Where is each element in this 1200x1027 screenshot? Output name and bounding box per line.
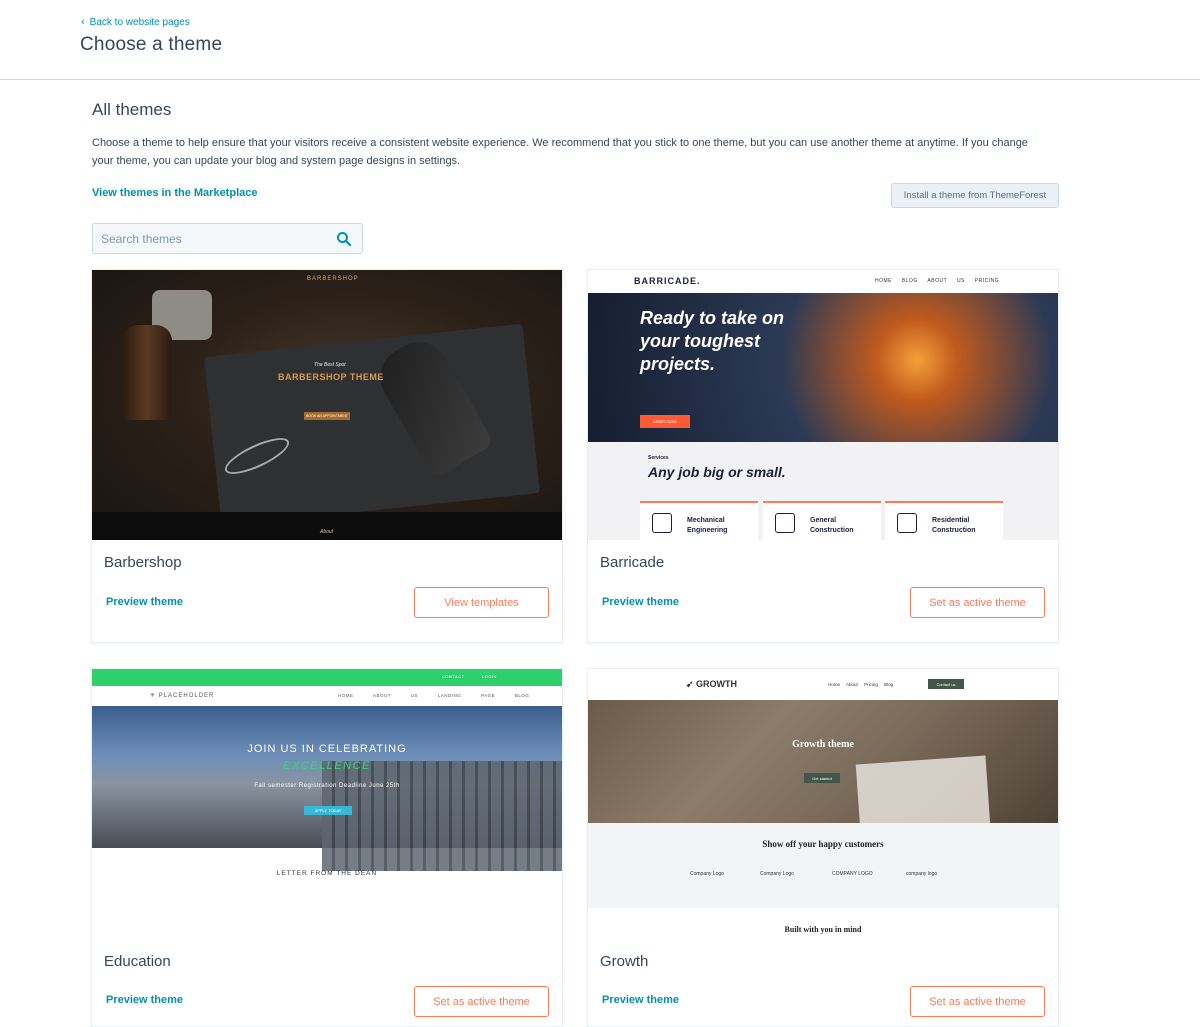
thumb-service-card: Mechanical Engineering xyxy=(640,501,758,540)
page-title: Choose a theme xyxy=(80,34,223,55)
search-input[interactable] xyxy=(93,224,328,253)
thumb-cta: Contact us xyxy=(928,679,964,689)
view-templates-button[interactable]: View templates xyxy=(414,587,549,618)
theme-name: Growth xyxy=(600,953,649,970)
thumb-menu: HOME ABOUT US LANDING PAGE BLOG xyxy=(338,693,530,698)
thumb-button: Learn more xyxy=(640,415,690,428)
theme-name: Education xyxy=(104,953,171,970)
set-active-theme-button[interactable]: Set as active theme xyxy=(910,587,1045,618)
thumb-subtext: Fall semester Registration Deadline June… xyxy=(254,783,400,789)
preview-theme-link[interactable]: Preview theme xyxy=(106,596,183,608)
theme-thumbnail-growth[interactable]: ➹ GROWTH Home About Pricing Blog Contact… xyxy=(588,669,1058,939)
theme-thumbnail-education[interactable]: CONTACT LOGIN ✳ PLACEHOLDER HOME ABOUT U… xyxy=(92,669,562,939)
search-box xyxy=(92,223,363,254)
chevron-left-icon: ‹ xyxy=(81,16,85,28)
install-themeforest-button[interactable]: Install a theme from ThemeForest xyxy=(891,183,1059,208)
thumb-section-title: Show off your happy customers xyxy=(762,839,884,849)
thumb-logo: Company Logo xyxy=(760,871,794,877)
set-active-theme-button[interactable]: Set as active theme xyxy=(910,986,1045,1017)
thumb-headline: JOIN US IN CELEBRATING xyxy=(247,743,407,755)
thumb-tagline: The Best Spot xyxy=(314,362,346,368)
thumb-button: APPLY TODAY xyxy=(304,806,352,815)
back-link[interactable]: ‹ Back to website pages xyxy=(81,16,190,29)
preview-theme-link[interactable]: Preview theme xyxy=(106,994,183,1006)
thumb-footer: About xyxy=(320,529,334,535)
set-active-theme-button[interactable]: Set as active theme xyxy=(414,986,549,1017)
thumb-section-title: Any job big or small. xyxy=(648,464,786,480)
thumb-brand: ➹ GROWTH xyxy=(686,679,738,689)
preview-theme-link[interactable]: Preview theme xyxy=(602,596,679,608)
thumb-service-card: General Construction xyxy=(763,501,881,540)
back-link-label: Back to website pages xyxy=(89,17,190,28)
thumb-section-title: LETTER FROM THE DEAN xyxy=(276,870,378,877)
preview-theme-link[interactable]: Preview theme xyxy=(602,994,679,1006)
thumb-section-label: Services xyxy=(648,455,669,461)
theme-card-education: CONTACT LOGIN ✳ PLACEHOLDER HOME ABOUT U… xyxy=(91,668,563,1027)
theme-name: Barricade xyxy=(600,554,665,571)
thumb-brand: BARRICADE. xyxy=(634,276,701,286)
theme-card-growth: ➹ GROWTH Home About Pricing Blog Contact… xyxy=(587,668,1059,1027)
page-header: ‹ Back to website pages Choose a theme xyxy=(0,0,1200,80)
section-title: All themes xyxy=(92,100,172,119)
thumb-button: BOOK AN APPOINTMENT xyxy=(304,412,350,420)
search-icon[interactable] xyxy=(336,231,352,247)
thumb-button: Get started xyxy=(804,773,840,783)
theme-card-barbershop: BARBERSHOP The Best Spot BARBERSHOP THEM… xyxy=(91,269,563,643)
thumb-brand: ✳ PLACEHOLDER xyxy=(150,693,215,699)
theme-name: Barbershop xyxy=(104,554,182,571)
thumb-footer-title: Built with you in mind xyxy=(784,925,862,934)
thumb-menu: Home About Pricing Blog xyxy=(828,682,894,687)
thumb-logo: Company Logo xyxy=(690,871,724,877)
thumb-headline: Growth theme xyxy=(792,739,854,750)
thumb-brand: BARBERSHOP xyxy=(307,276,359,282)
thumb-logo: COMPANY LOGO xyxy=(832,871,873,877)
thumb-menu: HOME BLOG ABOUT US PRICING xyxy=(875,278,1000,284)
section-description: Choose a theme to help ensure that your … xyxy=(92,137,1028,167)
thumb-headline: BARBERSHOP THEME xyxy=(278,372,384,382)
thumb-service-card: Residential Construction xyxy=(885,501,1003,540)
thumb-logo: company logo xyxy=(906,871,938,877)
thumb-headline-accent: EXCELLENCE xyxy=(283,760,371,772)
thumb-headline: Ready to take on your toughest projects. xyxy=(640,308,785,374)
theme-card-barricade: BARRICADE. HOME BLOG ABOUT US PRICING Re… xyxy=(587,269,1059,643)
theme-thumbnail-barricade[interactable]: BARRICADE. HOME BLOG ABOUT US PRICING Re… xyxy=(588,270,1058,540)
theme-thumbnail-barbershop[interactable]: BARBERSHOP The Best Spot BARBERSHOP THEM… xyxy=(92,270,562,540)
marketplace-link[interactable]: View themes in the Marketplace xyxy=(92,187,257,199)
